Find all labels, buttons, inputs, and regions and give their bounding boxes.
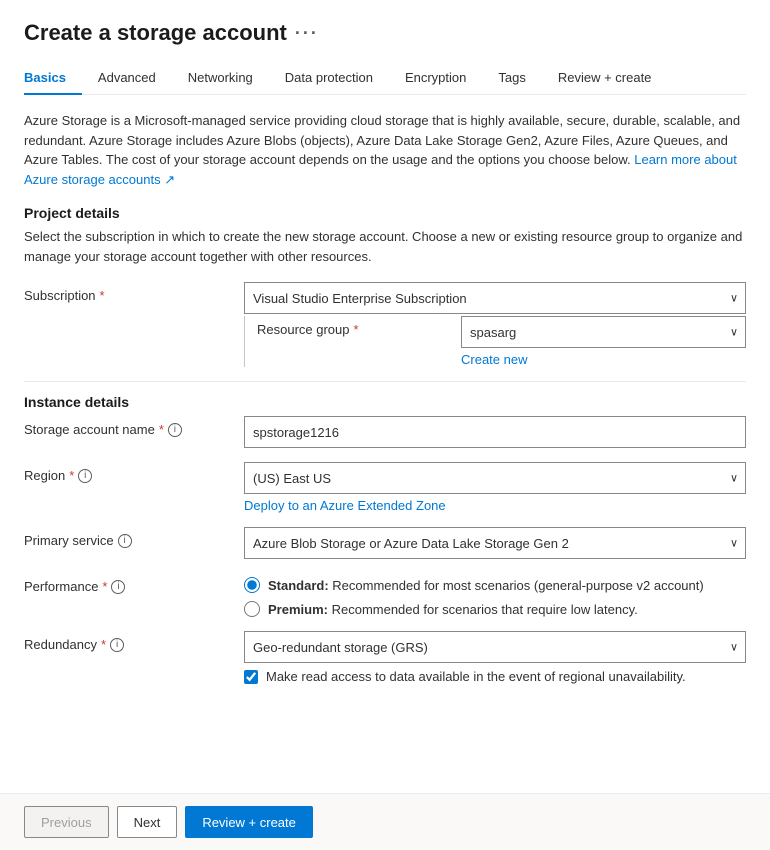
instance-details-title: Instance details — [24, 394, 746, 410]
storage-account-row: Storage account name * i — [24, 416, 746, 448]
redundancy-checkbox-row[interactable]: Make read access to data available in th… — [244, 669, 746, 684]
performance-standard-label: Standard: Recommended for most scenarios… — [268, 578, 704, 593]
primary-service-select[interactable]: Azure Blob Storage or Azure Data Lake St… — [244, 527, 746, 559]
tab-basics[interactable]: Basics — [24, 62, 82, 95]
primary-service-control: Azure Blob Storage or Azure Data Lake St… — [244, 527, 746, 559]
primary-service-label: Primary service i — [24, 527, 244, 548]
tab-tags[interactable]: Tags — [482, 62, 541, 95]
redundancy-row: Redundancy * i Geo-redundant storage (GR… — [24, 631, 746, 684]
subscription-control: Visual Studio Enterprise Subscription ∨ — [244, 282, 746, 314]
performance-info-icon[interactable]: i — [111, 580, 125, 594]
resource-group-required: * — [354, 322, 359, 337]
description-text: Azure Storage is a Microsoft-managed ser… — [24, 111, 746, 189]
subscription-select[interactable]: Visual Studio Enterprise Subscription — [244, 282, 746, 314]
subscription-required: * — [100, 288, 105, 303]
deploy-link[interactable]: Deploy to an Azure Extended Zone — [244, 498, 446, 513]
redundancy-control: Geo-redundant storage (GRS) ∨ Make read … — [244, 631, 746, 684]
resource-group-label: Resource group * — [257, 316, 461, 337]
page-title: Create a storage account — [24, 20, 287, 46]
project-details-title: Project details — [24, 205, 746, 221]
performance-premium-radio[interactable] — [244, 601, 260, 617]
footer-bar: Previous Next Review + create — [0, 793, 770, 850]
resource-group-select[interactable]: spasarg — [461, 316, 746, 348]
performance-row: Performance * i Standard: Recommended fo… — [24, 573, 746, 617]
primary-service-row: Primary service i Azure Blob Storage or … — [24, 527, 746, 559]
page-title-ellipsis: ··· — [295, 23, 319, 44]
region-required: * — [69, 468, 74, 483]
review-create-button[interactable]: Review + create — [185, 806, 313, 838]
subscription-label: Subscription * — [24, 282, 244, 303]
next-button[interactable]: Next — [117, 806, 178, 838]
performance-label: Performance * i — [24, 573, 244, 594]
subscription-row: Subscription * Visual Studio Enterprise … — [24, 282, 746, 314]
storage-account-input[interactable] — [244, 416, 746, 448]
region-row: Region * i (US) East US ∨ Deploy to an A… — [24, 462, 746, 513]
redundancy-info-icon[interactable]: i — [110, 638, 124, 652]
performance-standard-option[interactable]: Standard: Recommended for most scenarios… — [244, 577, 746, 593]
region-label: Region * i — [24, 462, 244, 483]
tab-review-create[interactable]: Review + create — [542, 62, 668, 95]
performance-required: * — [102, 579, 107, 594]
redundancy-required: * — [101, 637, 106, 652]
external-link-icon: ↗ — [164, 172, 175, 187]
performance-control: Standard: Recommended for most scenarios… — [244, 573, 746, 617]
performance-radio-group: Standard: Recommended for most scenarios… — [244, 573, 746, 617]
tab-advanced[interactable]: Advanced — [82, 62, 172, 95]
redundancy-label: Redundancy * i — [24, 631, 244, 652]
tab-encryption[interactable]: Encryption — [389, 62, 482, 95]
storage-account-control — [244, 416, 746, 448]
previous-button[interactable]: Previous — [24, 806, 109, 838]
region-select[interactable]: (US) East US — [244, 462, 746, 494]
resource-group-control: spasarg ∨ Create new — [461, 316, 746, 367]
storage-account-required: * — [159, 422, 164, 437]
create-new-link[interactable]: Create new — [461, 352, 527, 367]
region-control: (US) East US ∨ Deploy to an Azure Extend… — [244, 462, 746, 513]
redundancy-select[interactable]: Geo-redundant storage (GRS) — [244, 631, 746, 663]
performance-premium-option[interactable]: Premium: Recommended for scenarios that … — [244, 601, 746, 617]
performance-premium-label: Premium: Recommended for scenarios that … — [268, 602, 638, 617]
redundancy-checkbox-label: Make read access to data available in th… — [266, 669, 686, 684]
tab-bar: Basics Advanced Networking Data protecti… — [24, 62, 746, 95]
primary-service-info-icon[interactable]: i — [118, 534, 132, 548]
storage-account-info-icon[interactable]: i — [168, 423, 182, 437]
performance-standard-radio[interactable] — [244, 577, 260, 593]
redundancy-checkbox[interactable] — [244, 670, 258, 684]
project-details-desc: Select the subscription in which to crea… — [24, 227, 746, 266]
storage-account-label: Storage account name * i — [24, 416, 244, 437]
tab-data-protection[interactable]: Data protection — [269, 62, 389, 95]
tab-networking[interactable]: Networking — [172, 62, 269, 95]
region-info-icon[interactable]: i — [78, 469, 92, 483]
